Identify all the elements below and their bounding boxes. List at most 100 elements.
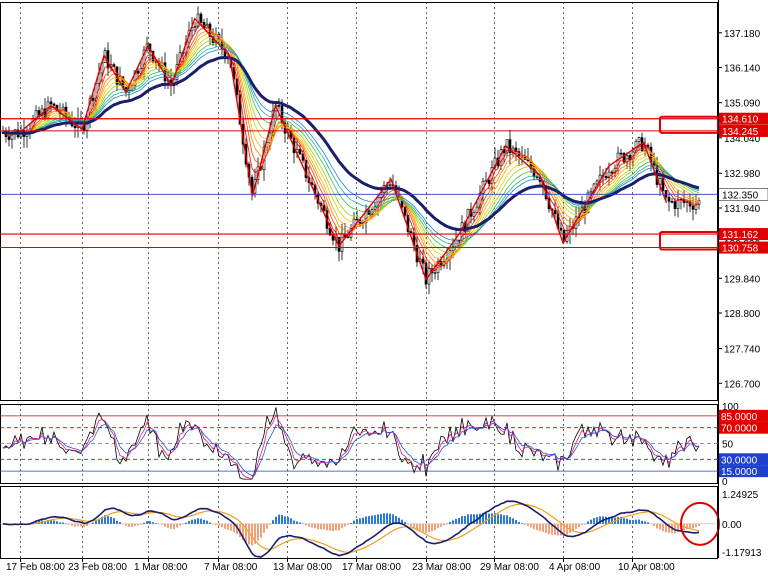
macd-hist-bar xyxy=(179,523,181,526)
macd-hist-bar xyxy=(56,521,58,524)
macd-hist-bar xyxy=(230,523,232,531)
candle-body xyxy=(298,148,302,155)
macd-hist-bar xyxy=(260,523,262,538)
macd-hist-bar xyxy=(422,523,424,532)
macd-hist-bar xyxy=(293,520,295,524)
macd-hist-bar xyxy=(221,523,223,528)
macd-hist-bar xyxy=(155,523,157,524)
macd-hist-bar xyxy=(344,523,346,527)
macd-hist-bar xyxy=(629,519,631,524)
macd-hist-bar xyxy=(644,521,646,524)
macd-hist-bar xyxy=(452,520,454,524)
candle-body xyxy=(367,210,371,215)
chart-window: 17 Feb 08:00 23 Feb 08:00 1 Mar 08:00 7 Mar… xyxy=(0,0,768,577)
x-tick-label: 4 Apr 08:00 xyxy=(549,562,601,573)
macd-hist-bar xyxy=(410,523,412,527)
candle-body xyxy=(610,171,614,174)
price-y-label: 136.140 xyxy=(724,64,761,75)
osc-bottom-label: 0 xyxy=(722,477,728,488)
candle-body xyxy=(199,13,203,23)
macd-hist-bar xyxy=(437,523,439,529)
macd-hist-bar xyxy=(59,522,61,524)
candle-body xyxy=(7,136,11,140)
macd-hist-bar xyxy=(332,523,334,532)
macd-hist-bar xyxy=(641,520,643,524)
macd-hist-bar xyxy=(167,523,169,528)
macd-hist-bar xyxy=(266,523,268,529)
macd-hist-bar xyxy=(278,514,280,524)
macd-hist-bar xyxy=(218,523,220,526)
macd-hist-bar xyxy=(578,523,580,528)
macd-hist-bar xyxy=(107,516,109,524)
macd-hist-bar xyxy=(86,523,88,527)
macd-hist-bar xyxy=(272,520,274,524)
price-y-label: 137.180 xyxy=(724,29,761,40)
osc-mid-label: 50 xyxy=(722,440,734,451)
macd-hist-bar xyxy=(203,519,205,524)
macd-hist-bar xyxy=(368,516,370,524)
macd-hist-bar xyxy=(125,523,127,526)
macd-hist-bar xyxy=(638,519,640,524)
macd-hist-bar xyxy=(650,523,652,525)
macd-hist-bar xyxy=(407,523,409,525)
candle-body xyxy=(553,210,557,215)
macd-hist-bar xyxy=(350,523,352,524)
macd-hist-bar xyxy=(635,519,637,524)
macd-hist-bar xyxy=(143,522,145,524)
macd-hist-bar xyxy=(146,521,148,524)
macd-hist-bar xyxy=(65,523,67,525)
x-tick-label: 29 Mar 08:00 xyxy=(480,562,539,573)
x-tick-label: 17 Feb 08:00 xyxy=(6,562,65,573)
macd-hist-bar xyxy=(536,523,538,531)
macd-hist-bar xyxy=(131,523,133,527)
macd-hist-bar xyxy=(587,521,589,524)
candle-body xyxy=(535,176,539,178)
price-y-label: 128.800 xyxy=(724,309,761,320)
macd-hist-bar xyxy=(161,523,163,525)
macd-hist-bar xyxy=(323,523,325,530)
macd-hist-bar xyxy=(317,523,319,530)
macd-hist-bar xyxy=(188,520,190,524)
macd-hist-bar xyxy=(200,518,202,524)
macd-hist-bar xyxy=(362,517,364,524)
osc-level-label: 85.0000 xyxy=(721,412,758,423)
macd-hist-bar xyxy=(380,513,382,524)
macd-hist-bar xyxy=(593,518,595,524)
macd-hist-bar xyxy=(449,521,451,524)
macd-hist-bar xyxy=(194,519,196,524)
macd-hist-bar xyxy=(113,518,115,524)
macd-hist-bar xyxy=(209,522,211,524)
macd-hist-bar xyxy=(68,523,70,525)
macd-y-label: 1.24925 xyxy=(722,490,759,501)
macd-hist-bar xyxy=(71,523,73,526)
price-y-label: 131.940 xyxy=(724,204,761,215)
macd-hist-bar xyxy=(311,523,313,528)
macd-hist-bar xyxy=(461,516,463,524)
macd-hist-bar xyxy=(698,523,700,527)
macd-hist-bar xyxy=(164,523,166,527)
macd-hist-bar xyxy=(263,523,265,533)
macd-hist-bar xyxy=(575,523,577,529)
macd-hist-bar xyxy=(299,522,301,524)
macd-hist-bar xyxy=(83,523,85,527)
candle-body xyxy=(73,125,77,128)
macd-hist-bar xyxy=(338,523,340,531)
price-y-label: 135.090 xyxy=(724,99,761,110)
macd-hist-bar xyxy=(245,523,247,543)
macd-hist-bar xyxy=(287,517,289,524)
macd-hist-bar xyxy=(257,523,259,541)
x-tick-label: 1 Mar 08:00 xyxy=(134,562,188,573)
candle-body xyxy=(673,201,677,209)
macd-hist-bar xyxy=(491,513,493,524)
macd-hist-bar xyxy=(275,516,277,524)
level-label: 134.610 xyxy=(722,115,759,126)
x-tick-label: 10 Apr 08:00 xyxy=(618,562,675,573)
macd-hist-bar xyxy=(137,523,139,526)
candle-body xyxy=(136,70,140,74)
macd-hist-bar xyxy=(509,517,511,524)
candle-body xyxy=(52,103,56,106)
macd-hist-bar xyxy=(89,523,91,525)
x-tick-label: 7 Mar 08:00 xyxy=(204,562,258,573)
macd-hist-bar xyxy=(290,518,292,524)
level-label: 130.758 xyxy=(722,244,759,255)
